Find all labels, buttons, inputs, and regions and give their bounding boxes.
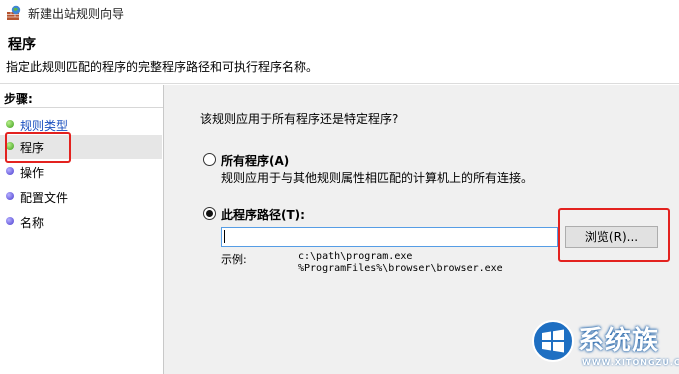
scope-question: 该规则应用于所有程序还是特定程序? xyxy=(200,112,399,126)
all-programs-label[interactable]: 所有程序(A) xyxy=(221,152,289,169)
example-path-line: c:\path\program.exe xyxy=(298,251,413,262)
watermark-text: 系统族 xyxy=(578,326,660,356)
window-title: 新建出站规则向导 xyxy=(28,7,125,21)
this-program-path-label[interactable]: 此程序路径(T): xyxy=(221,206,305,223)
firewall-app-icon xyxy=(7,5,21,20)
page-title: 程序 xyxy=(8,37,36,53)
steps-sidebar: 步骤: 规则类型 程序 操作 配置文件 名称 xyxy=(0,85,163,374)
page-description: 指定此规则匹配的程序的完整程序路径和可执行程序名称。 xyxy=(6,60,319,74)
steps-heading: 步骤: xyxy=(4,92,33,106)
step-pending-icon xyxy=(6,167,14,175)
step-pending-icon xyxy=(6,217,14,225)
all-programs-description: 规则应用于与其他规则属性相匹配的计算机上的所有连接。 xyxy=(221,171,534,185)
example-label: 示例: xyxy=(221,253,247,266)
this-program-path-radio[interactable] xyxy=(203,207,216,220)
step-action: 操作 xyxy=(0,160,162,184)
annotation-highlight-step xyxy=(5,132,71,163)
step-complete-icon xyxy=(6,120,14,128)
site-watermark: 系统族 WWW.XITONGZU.COM xyxy=(524,316,679,374)
title-bar: 新建出站规则向导 xyxy=(0,0,679,26)
example-path-line: %ProgramFiles%\browser\browser.exe xyxy=(298,263,503,274)
step-pending-icon xyxy=(6,192,14,200)
watermark-url: WWW.XITONGZU.COM xyxy=(582,358,679,367)
text-caret xyxy=(224,230,225,243)
step-profile: 配置文件 xyxy=(0,185,162,209)
windows-logo-icon xyxy=(532,320,574,362)
step-label: 配置文件 xyxy=(20,191,69,205)
wizard-header: 程序 指定此规则匹配的程序的完整程序路径和可执行程序名称。 xyxy=(0,26,679,84)
step-name: 名称 xyxy=(0,210,162,234)
all-programs-radio[interactable] xyxy=(203,153,216,166)
steps-divider xyxy=(0,107,163,108)
step-label: 名称 xyxy=(20,216,45,230)
step-label: 操作 xyxy=(20,166,45,180)
annotation-highlight-browse xyxy=(558,208,670,262)
program-path-input[interactable] xyxy=(221,227,558,247)
